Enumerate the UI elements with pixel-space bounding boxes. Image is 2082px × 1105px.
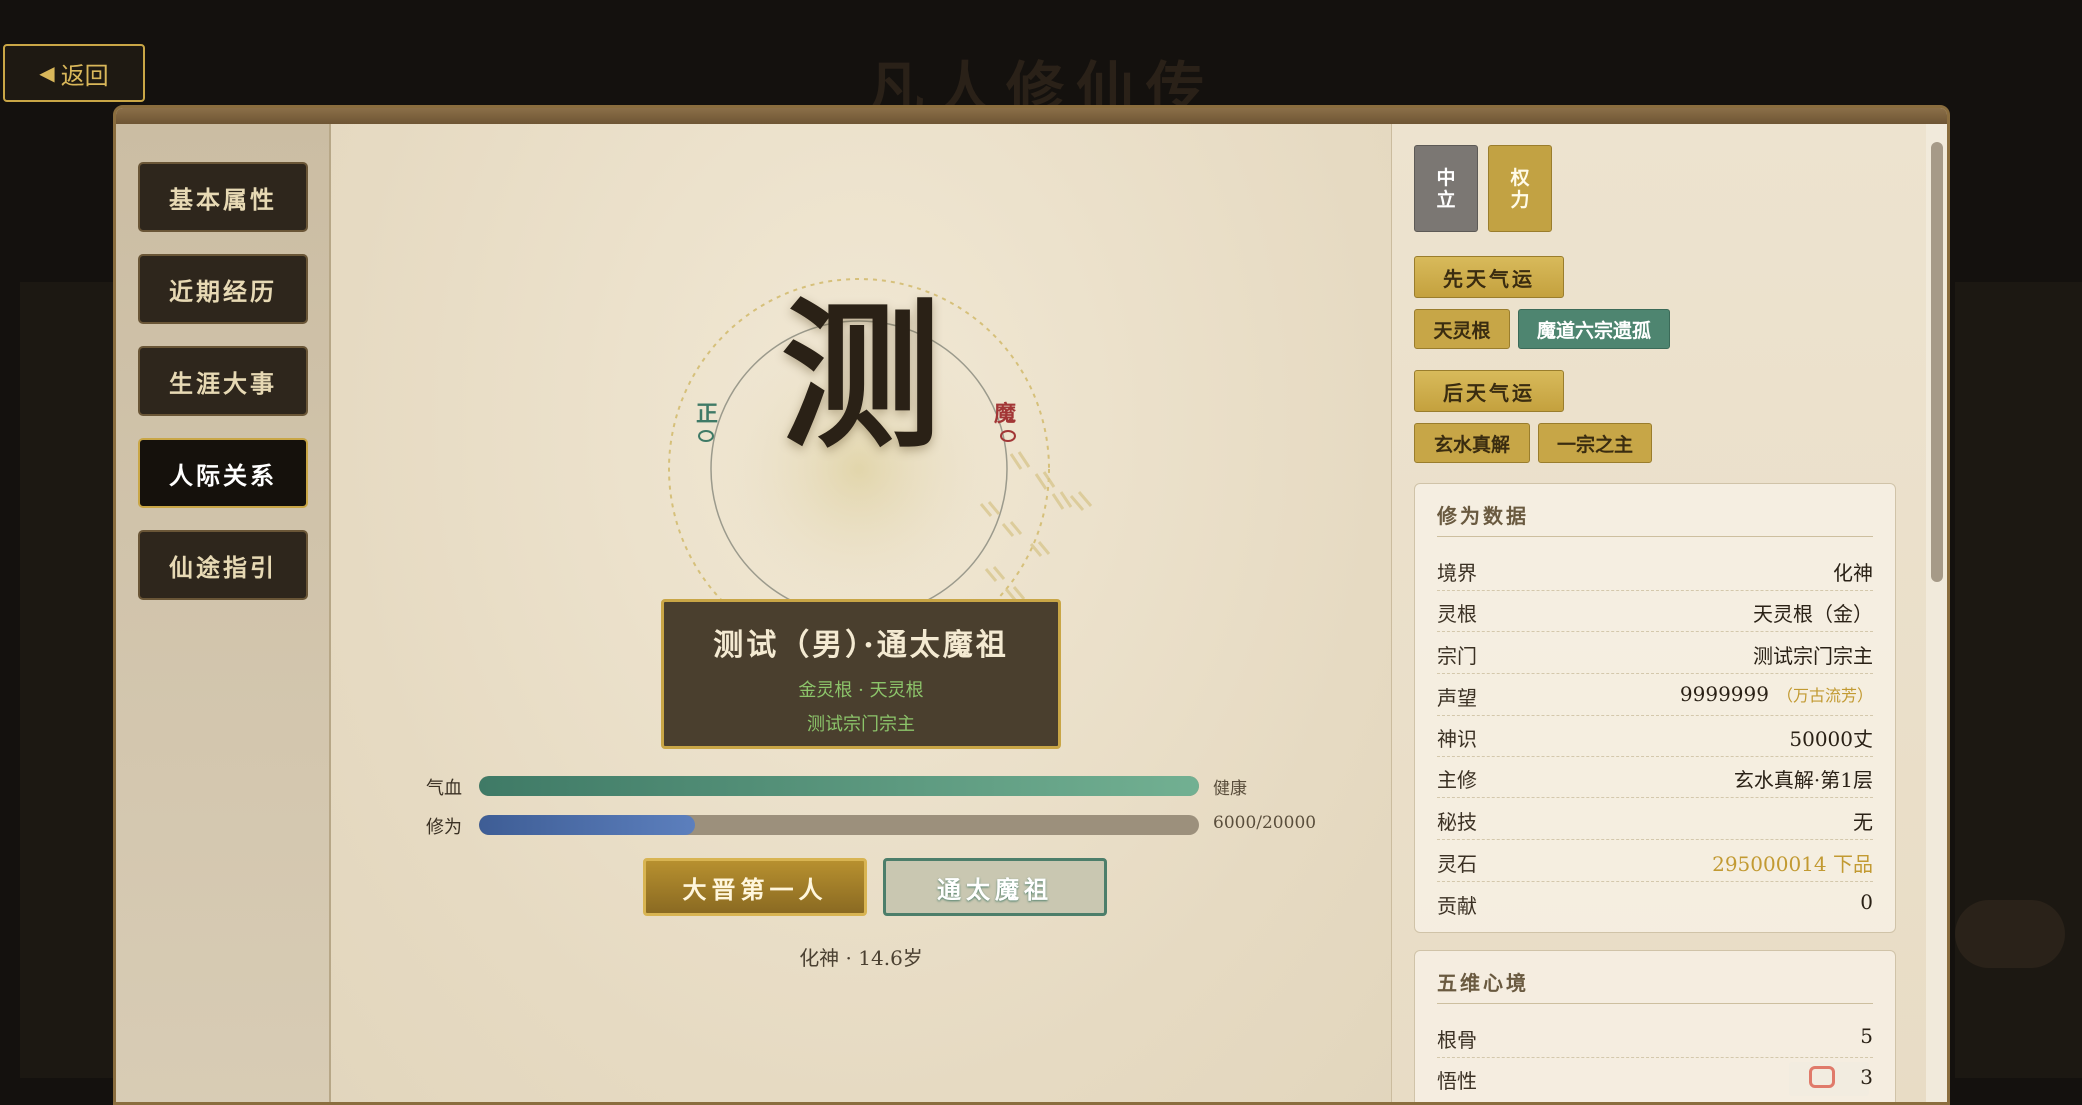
stat-row-divine-sense: 神识 50000丈 <box>1437 715 1873 757</box>
cultivation-data-title: 修为数据 <box>1437 504 1529 528</box>
alignment-tag-neutral-text: 中立 <box>1436 166 1456 211</box>
stat-value: 3 <box>1860 1065 1873 1089</box>
stat-row-reputation: 声望 9999999 （万古流芳） <box>1437 674 1873 716</box>
stat-label: 宗门 <box>1437 644 1477 668</box>
stat-row-contribution: 贡献 0 <box>1437 882 1873 923</box>
character-portrait-glyph: 测 <box>780 282 941 470</box>
stat-row-realm: 境界 化神 <box>1437 549 1873 591</box>
stat-value: 玄水真解·第1层 <box>1733 768 1873 792</box>
title-demon-ancestor-button[interactable]: 通太魔祖 <box>883 858 1107 916</box>
character-detail-modal: 基本属性 近期经历 生涯大事 人际关系 仙途指引 正 魔 测 测试（男）·通太魔… <box>113 105 1950 1105</box>
divider <box>1437 1003 1873 1004</box>
hp-status: 健康 <box>1213 779 1247 799</box>
cultivation-bar-label: 修为 <box>426 817 462 838</box>
sidebar-nav: 基本属性 近期经历 生涯大事 人际关系 仙途指引 <box>116 124 331 1102</box>
stat-row-main-technique: 主修 玄水真解·第1层 <box>1437 756 1873 798</box>
stat-value: 50000丈 <box>1789 727 1873 751</box>
acquired-fortune-heading: 后天气运 <box>1414 370 1564 412</box>
modal-top-bar <box>116 108 1947 124</box>
reputation-title: （万古流芳） <box>1776 686 1873 705</box>
stat-row-sect: 宗门 测试宗门宗主 <box>1437 632 1873 674</box>
background-panel-left <box>20 282 115 1078</box>
stat-row-spirit-root: 灵根 天灵根（金） <box>1437 590 1873 632</box>
character-name-card: 测试（男）·通太魔祖 金灵根 · 天灵根 测试宗门宗主 <box>661 599 1061 749</box>
stat-label: 悟性 <box>1437 1069 1477 1093</box>
mind-state-title: 五维心境 <box>1437 971 1529 995</box>
cultivation-data-panel: 修为数据 境界 化神 灵根 天灵根（金） 宗门 测试宗门宗主 声望 9999999 （万古… <box>1414 483 1896 933</box>
background-action-button <box>1955 900 2065 968</box>
stat-label: 根骨 <box>1437 1028 1477 1052</box>
stat-label: 秘技 <box>1437 810 1477 834</box>
stat-value: 5 <box>1860 1024 1873 1048</box>
stat-row-secret-art: 秘技 无 <box>1437 798 1873 840</box>
stat-value: 无 <box>1853 810 1873 834</box>
character-name: 测试（男）·通太魔祖 <box>713 628 1009 663</box>
spirit-root-summary: 金灵根 · 天灵根 <box>798 680 924 701</box>
hp-bar-label: 气血 <box>426 778 462 799</box>
nav-path-guide[interactable]: 仙途指引 <box>138 530 308 600</box>
stat-value: 295000014 下品 <box>1712 852 1873 876</box>
divider <box>1437 536 1873 537</box>
stat-label: 主修 <box>1437 768 1477 792</box>
innate-fortune-heading: 先天气运 <box>1414 256 1564 298</box>
stat-label: 贡献 <box>1437 894 1477 918</box>
alignment-tag-power-text: 权力 <box>1510 166 1530 211</box>
title-first-of-jin-button[interactable]: 大晋第一人 <box>643 858 867 916</box>
nav-recent-experiences[interactable]: 近期经历 <box>138 254 308 324</box>
hp-bar-fill <box>479 776 1199 796</box>
sect-position: 测试宗门宗主 <box>807 714 915 735</box>
stat-value: 化神 <box>1833 561 1873 585</box>
stat-row-spirit-stones: 灵石 295000014 下品 <box>1437 840 1873 882</box>
hp-bar <box>479 776 1199 796</box>
stat-label: 境界 <box>1437 561 1477 585</box>
stat-label: 神识 <box>1437 727 1477 751</box>
nav-basic-attributes[interactable]: 基本属性 <box>138 162 308 232</box>
mind-state-panel: 五维心境 根骨 5 悟性 3 <box>1414 950 1896 1102</box>
innate-fortune-tag[interactable]: 天灵根 <box>1414 309 1510 349</box>
stat-row-bone: 根骨 5 <box>1437 1016 1873 1058</box>
triangle-left-icon: ◀ <box>39 61 55 85</box>
stat-label: 声望 <box>1437 686 1477 710</box>
stats-scrollbar[interactable] <box>1926 124 1947 1102</box>
stat-value: 测试宗门宗主 <box>1753 644 1873 668</box>
stat-value: 天灵根（金） <box>1753 602 1873 626</box>
stat-label: 灵石 <box>1437 852 1477 876</box>
innate-fortune-tag[interactable]: 魔道六宗遗孤 <box>1518 309 1670 349</box>
stamp-widget <box>1789 1062 1869 1096</box>
alignment-tag-neutral: 中立 <box>1414 145 1478 232</box>
acquired-fortune-tag[interactable]: 一宗之主 <box>1538 423 1652 463</box>
acquired-fortune-tag[interactable]: 玄水真解 <box>1414 423 1530 463</box>
nav-relationships[interactable]: 人际关系 <box>138 438 308 508</box>
back-button-label: 返回 <box>60 61 109 90</box>
character-overview: 正 魔 测 测试（男）·通太魔祖 金灵根 · 天灵根 测试宗门宗主 气血 健康 … <box>331 124 1391 1102</box>
stat-value: 9999999 （万古流芳） <box>1680 682 1873 706</box>
stat-label: 灵根 <box>1437 602 1477 626</box>
alignment-tag-power: 权力 <box>1488 145 1552 232</box>
cultivation-value: 6000/20000 <box>1213 813 1317 833</box>
stamp-icon <box>1809 1066 1835 1088</box>
nav-career-events[interactable]: 生涯大事 <box>138 346 308 416</box>
cultivation-bar-fill <box>479 815 695 835</box>
cultivation-bar <box>479 815 1199 835</box>
scrollbar-thumb[interactable] <box>1931 142 1943 582</box>
back-button[interactable]: ◀ 返回 <box>3 44 145 102</box>
reputation-value: 9999999 <box>1679 682 1769 706</box>
realm-and-age: 化神 · 14.6岁 <box>799 946 923 970</box>
stat-value: 0 <box>1860 890 1873 914</box>
